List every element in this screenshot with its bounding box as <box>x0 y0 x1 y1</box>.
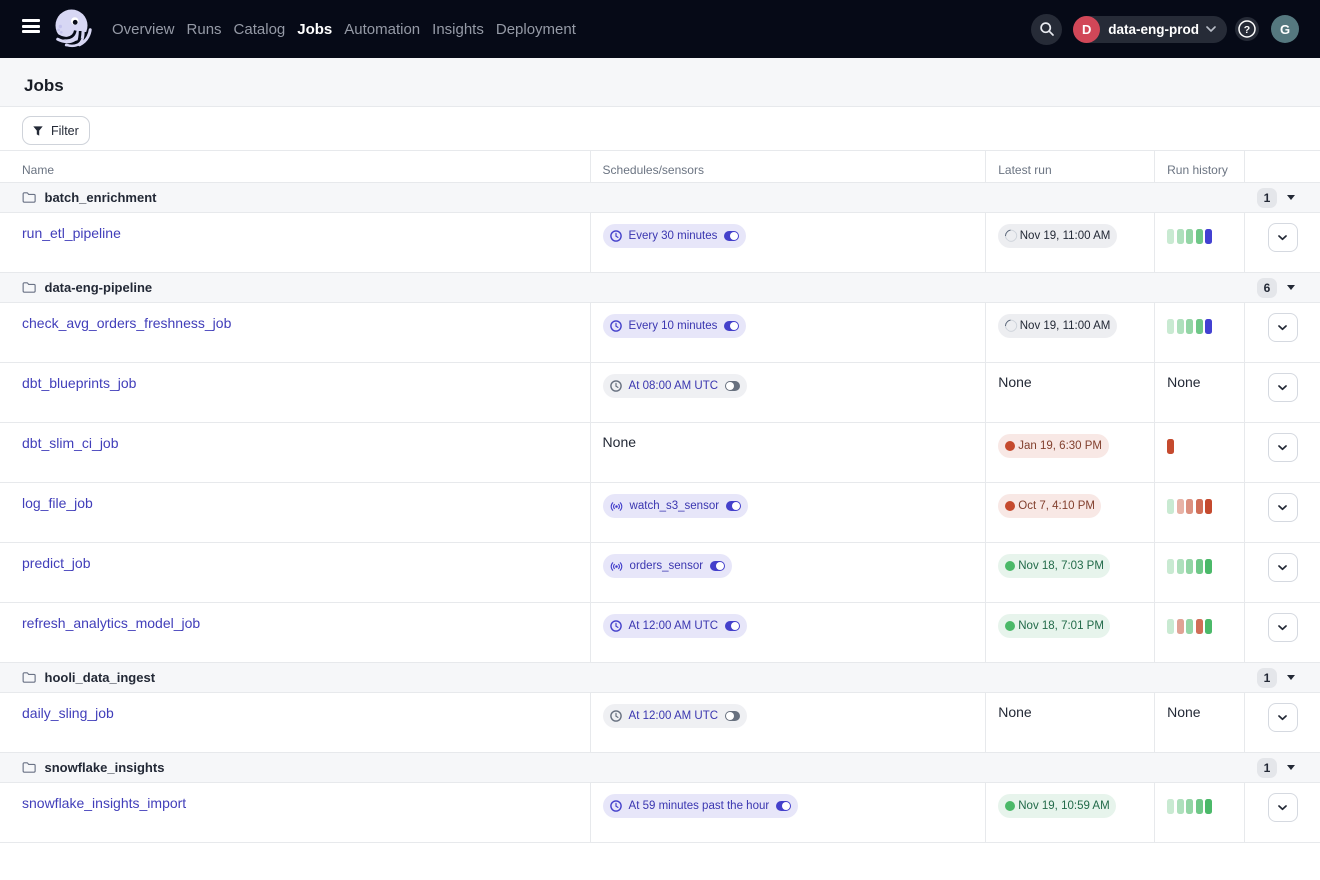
svg-text:?: ? <box>1244 24 1250 36</box>
